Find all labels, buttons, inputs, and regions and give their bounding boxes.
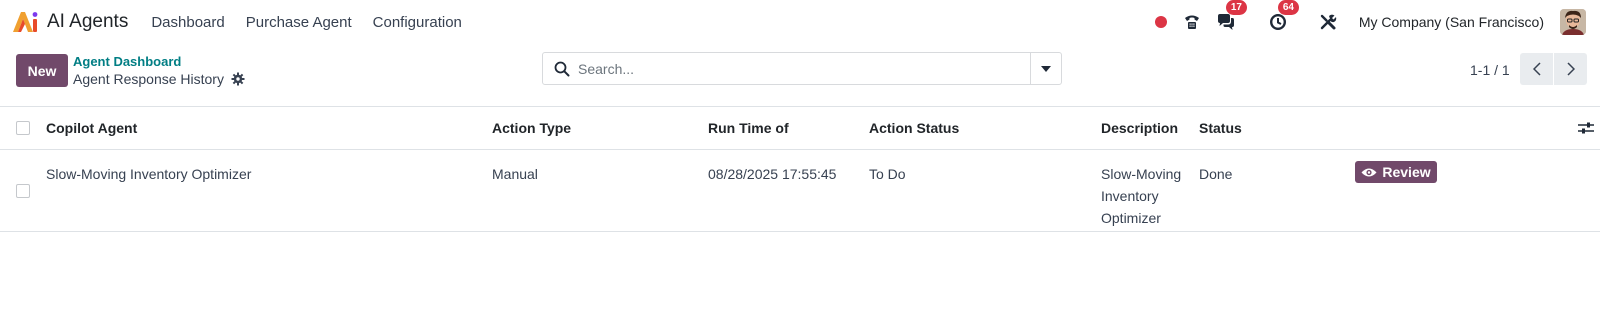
messages-count-badge: 17 bbox=[1225, 0, 1247, 15]
chevron-left-icon bbox=[1532, 62, 1541, 76]
messages-icon[interactable]: 17 bbox=[1215, 0, 1247, 33]
new-button[interactable]: New bbox=[16, 54, 68, 87]
company-switcher[interactable]: My Company (San Francisco) bbox=[1359, 14, 1544, 30]
table-header: Copilot Agent Action Type Run Time of Ac… bbox=[0, 107, 1600, 150]
cell-status: Done bbox=[1199, 166, 1233, 182]
clock-icon[interactable]: 64 bbox=[1267, 0, 1299, 33]
search-bar bbox=[542, 52, 1062, 85]
sliders-icon[interactable] bbox=[1578, 121, 1594, 140]
menu-purchase-agent[interactable]: Purchase Agent bbox=[246, 14, 352, 31]
menu-dashboard[interactable]: Dashboard bbox=[151, 14, 224, 31]
brand[interactable]: AI Agents bbox=[12, 0, 128, 44]
recording-indicator-icon[interactable] bbox=[1154, 16, 1167, 28]
column-status[interactable]: Status bbox=[1199, 120, 1242, 136]
column-run-time[interactable]: Run Time of bbox=[708, 120, 789, 136]
pager-value[interactable]: 1-1 / 1 bbox=[1470, 62, 1510, 78]
activities-count-badge: 64 bbox=[1277, 0, 1299, 15]
pager-previous-button[interactable] bbox=[1520, 53, 1553, 85]
column-copilot-agent[interactable]: Copilot Agent bbox=[46, 120, 137, 136]
systray: 17 64 My Company (San Francisco) bbox=[1154, 0, 1600, 44]
menu-configuration[interactable]: Configuration bbox=[373, 14, 462, 31]
review-button[interactable]: Review bbox=[1355, 161, 1437, 183]
breadcrumb: Agent Response History bbox=[73, 71, 245, 87]
search-icon bbox=[554, 61, 570, 77]
caret-down-icon bbox=[1041, 65, 1051, 72]
review-button-label: Review bbox=[1382, 164, 1431, 180]
cell-run-time: 08/28/2025 17:55:45 bbox=[708, 166, 837, 182]
cell-action-type: Manual bbox=[492, 166, 538, 182]
tools-icon[interactable] bbox=[1317, 11, 1339, 33]
cell-copilot-agent: Slow-Moving Inventory Optimizer bbox=[46, 166, 252, 182]
page-title: Agent Response History bbox=[73, 71, 224, 87]
app-title: AI Agents bbox=[47, 11, 129, 32]
row-checkbox[interactable] bbox=[16, 184, 30, 198]
select-all-checkbox[interactable] bbox=[16, 121, 30, 135]
column-description[interactable]: Description bbox=[1101, 120, 1178, 136]
control-panel: New Agent Dashboard Agent Response Histo… bbox=[0, 44, 1600, 106]
user-avatar[interactable] bbox=[1560, 9, 1586, 35]
top-navbar: AI Agents Dashboard Purchase Agent Confi… bbox=[0, 0, 1600, 44]
list-view: Copilot Agent Action Type Run Time of Ac… bbox=[0, 106, 1600, 232]
search-options-toggle[interactable] bbox=[1030, 53, 1061, 84]
table-row[interactable]: Slow-Moving Inventory Optimizer Manual 0… bbox=[0, 150, 1600, 232]
gear-icon[interactable] bbox=[231, 72, 245, 86]
ai-logo-icon bbox=[12, 10, 40, 34]
chevron-right-icon bbox=[1566, 62, 1575, 76]
eye-icon bbox=[1361, 167, 1377, 178]
column-action-type[interactable]: Action Type bbox=[492, 120, 571, 136]
breadcrumb-parent[interactable]: Agent Dashboard bbox=[73, 54, 181, 69]
cell-action-status: To Do bbox=[869, 166, 906, 182]
search-input[interactable] bbox=[578, 60, 1008, 77]
phone-icon[interactable] bbox=[1181, 11, 1203, 33]
pager-next-button[interactable] bbox=[1554, 53, 1587, 85]
column-action-status[interactable]: Action Status bbox=[869, 120, 959, 136]
cell-description: Slow-Moving Inventory Optimizer bbox=[1101, 166, 1182, 226]
